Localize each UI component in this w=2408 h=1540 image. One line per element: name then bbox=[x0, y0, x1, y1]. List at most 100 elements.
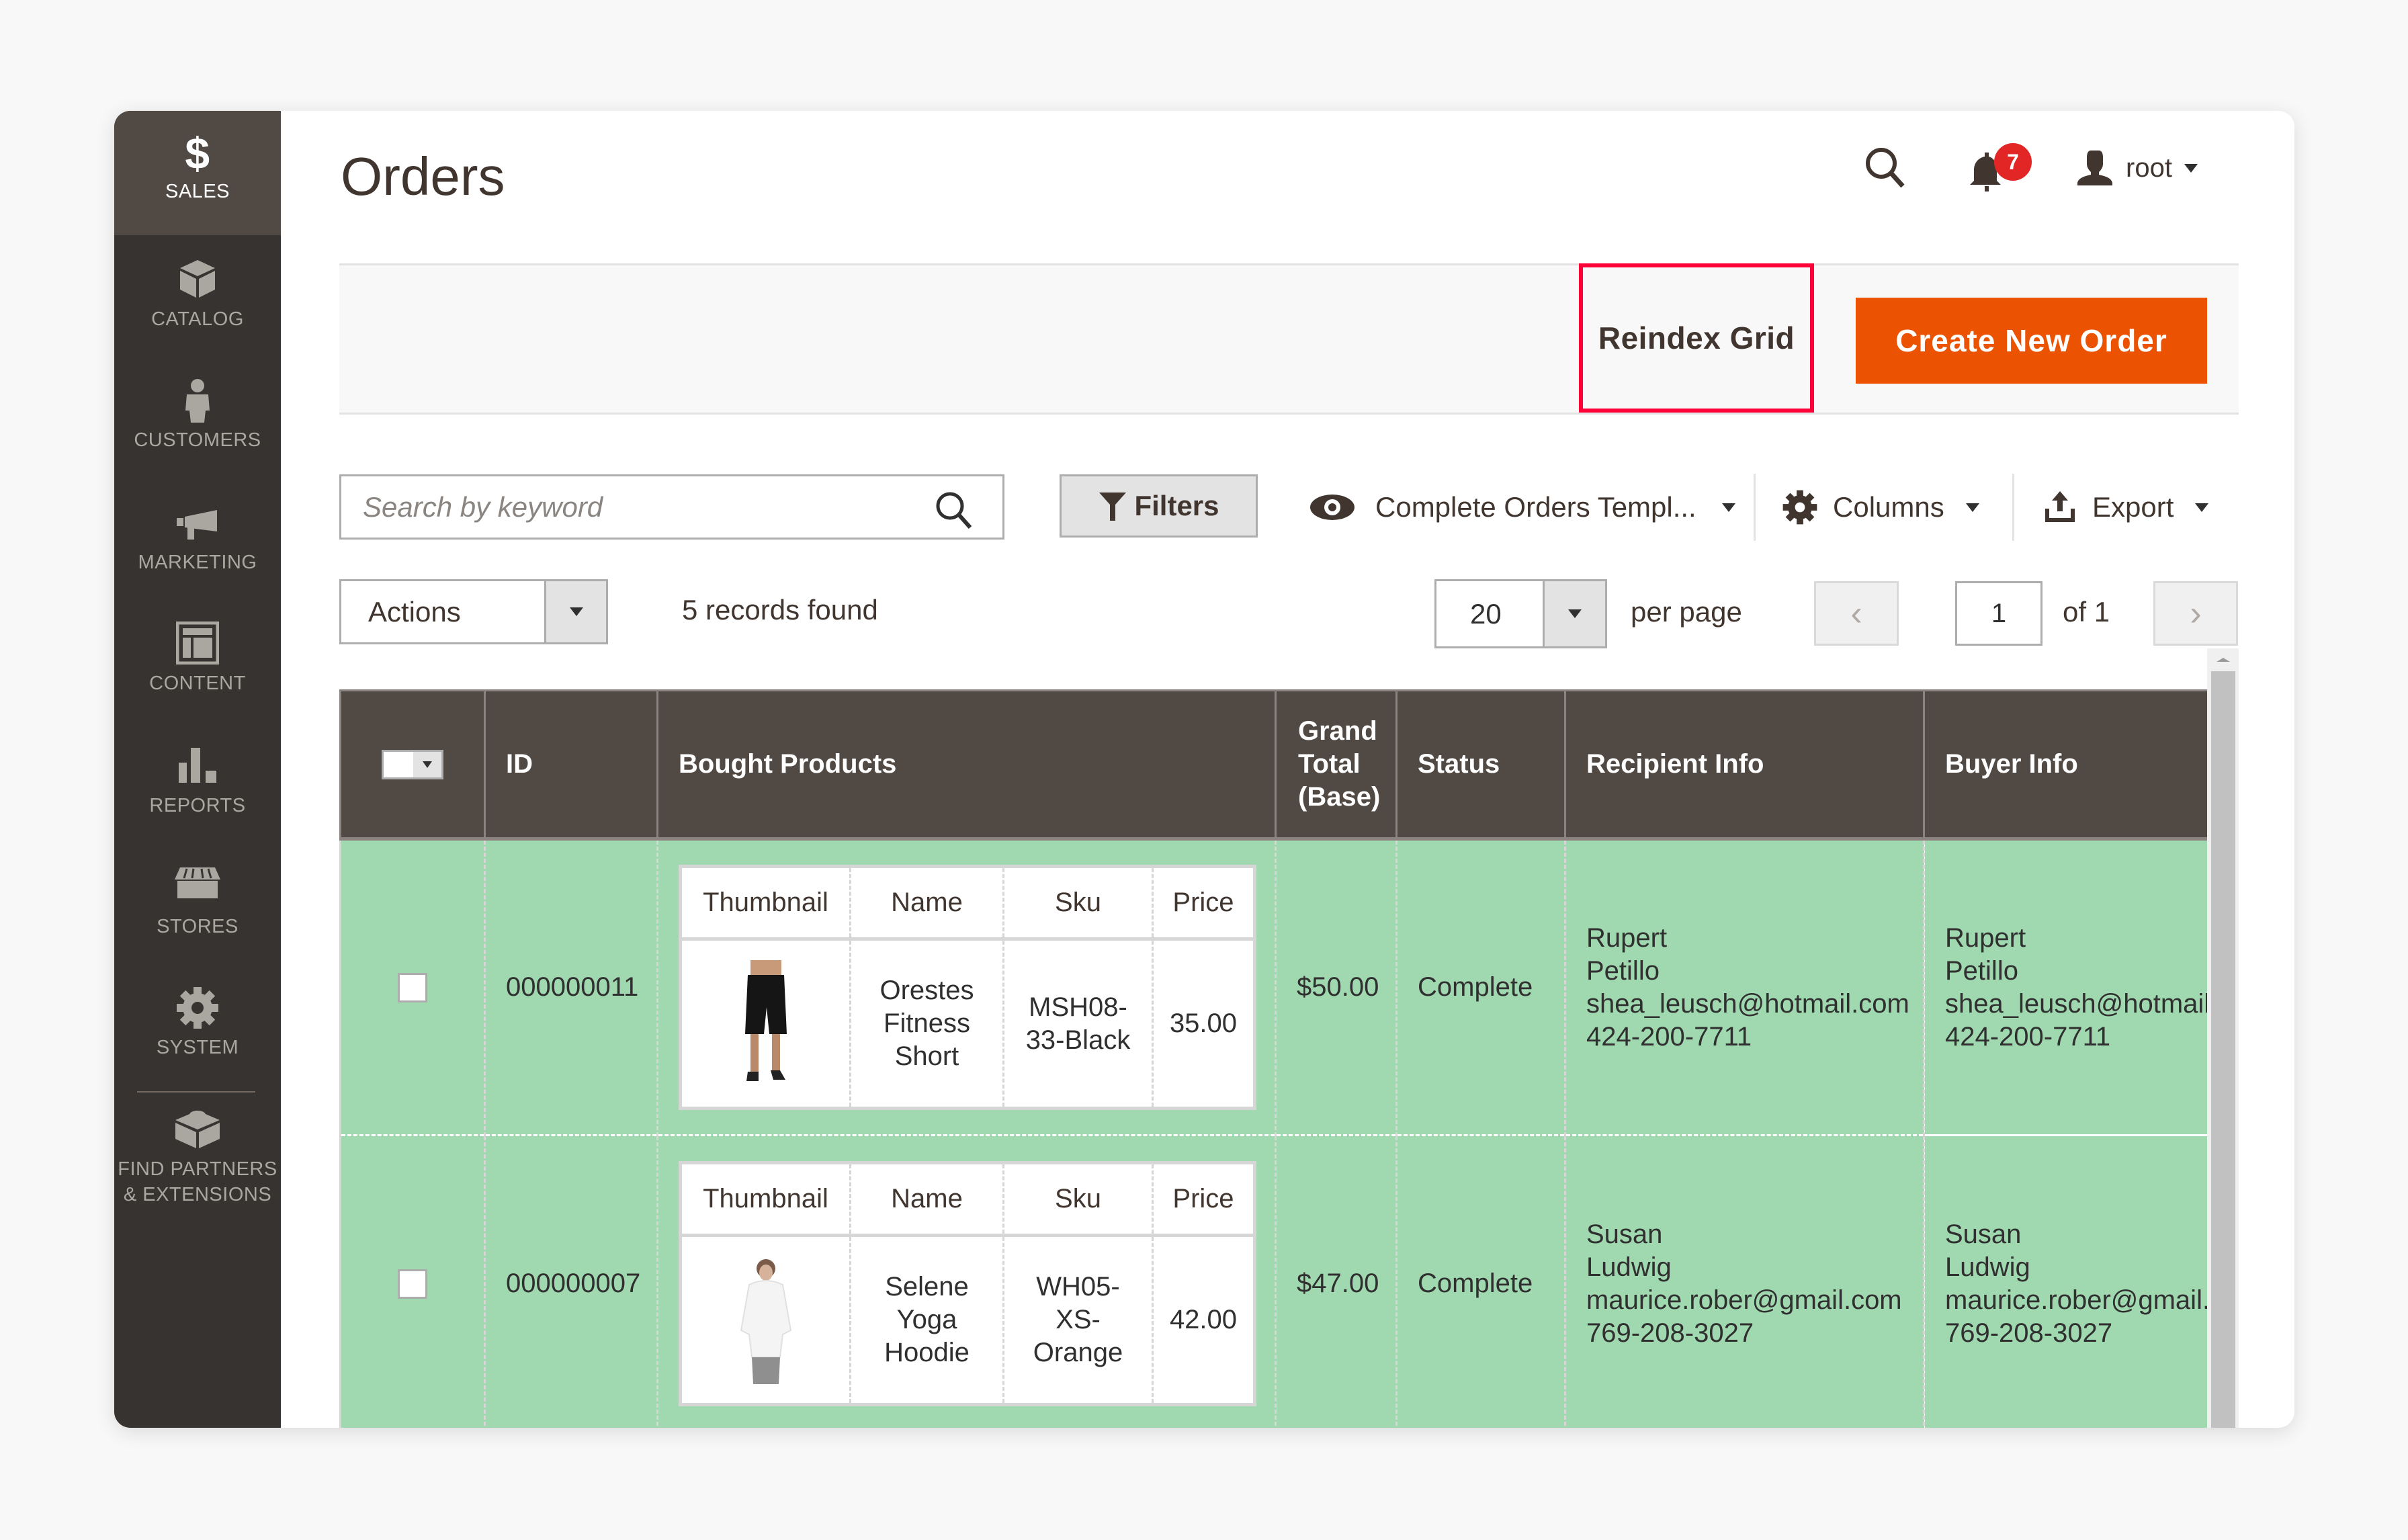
sidebar-item-label: SYSTEM bbox=[156, 1037, 239, 1058]
recipient-info: Susan Ludwig maurice.rober@gmail.com 769… bbox=[1564, 1134, 1924, 1428]
row-checkbox[interactable] bbox=[398, 972, 427, 1002]
sidebar-item-system[interactable]: SYSTEM bbox=[114, 986, 281, 1059]
column-header-recipient-info[interactable]: Recipient Info bbox=[1564, 689, 1924, 841]
sidebar-item-stores[interactable]: STORES bbox=[114, 865, 281, 938]
chevron-down-icon bbox=[2184, 163, 2198, 173]
mass-select-header bbox=[339, 689, 485, 841]
sidebar-item-label: MARKETING bbox=[138, 552, 257, 573]
chevron-down-icon bbox=[2195, 503, 2209, 512]
sidebar-item-customers[interactable]: CUSTOMERS bbox=[114, 378, 281, 452]
product-header-sku: Sku bbox=[1002, 866, 1153, 941]
product-price: 35.00 bbox=[1152, 939, 1255, 1109]
column-header-grand-total[interactable]: Grand Total (Base) bbox=[1275, 689, 1397, 841]
grid-header-row: ID Bought Products Grand Total (Base) St… bbox=[339, 689, 2208, 841]
sidebar-item-sales[interactable]: $ SALES bbox=[114, 111, 281, 235]
page-title: Orders bbox=[341, 146, 505, 206]
scroll-up-icon[interactable] bbox=[2217, 658, 2230, 662]
sidebar-item-label: REPORTS bbox=[149, 795, 246, 816]
mass-select-dropdown[interactable] bbox=[382, 749, 443, 779]
column-header-id[interactable]: ID bbox=[484, 689, 658, 841]
order-status: Complete bbox=[1395, 839, 1565, 1136]
create-new-order-button[interactable]: Create New Order bbox=[1856, 298, 2207, 384]
notifications-button[interactable]: 7 bbox=[1969, 143, 2042, 191]
sidebar-item-reports[interactable]: REPORTS bbox=[114, 744, 281, 817]
product-name: Selene Yoga Hoodie bbox=[849, 1234, 1004, 1405]
product-name: Orestes Fitness Short bbox=[849, 939, 1004, 1109]
user-menu[interactable]: root bbox=[2076, 144, 2198, 191]
table-row[interactable]: 000000011 Thumbnail Name Sku Price Orest… bbox=[339, 839, 2208, 1136]
reindex-grid-button[interactable]: Reindex Grid bbox=[1579, 263, 1814, 413]
per-page-value: 20 bbox=[1470, 598, 1502, 630]
sidebar-item-marketing[interactable]: MARKETING bbox=[114, 501, 281, 574]
orders-grid: ID Bought Products Grand Total (Base) St… bbox=[339, 689, 2208, 1428]
gear-icon bbox=[114, 986, 281, 1033]
column-header-bought-products[interactable]: Bought Products bbox=[656, 689, 1276, 841]
chevron-down-icon bbox=[544, 581, 606, 642]
sidebar-divider bbox=[137, 1091, 255, 1093]
sidebar-item-catalog[interactable]: CATALOG bbox=[114, 257, 281, 331]
per-page-select[interactable]: 20 bbox=[1434, 579, 1607, 648]
records-found-count: 5 records found bbox=[682, 594, 878, 626]
sidebar-item-label: SALES bbox=[165, 181, 230, 202]
current-page-input[interactable] bbox=[1955, 581, 2042, 646]
recipient-info: Rupert Petillo shea_leusch@hotmail.com 4… bbox=[1564, 839, 1924, 1136]
search-submit-button[interactable] bbox=[933, 488, 976, 531]
sidebar-item-find-partners[interactable]: FIND PARTNERS & EXTENSIONS bbox=[114, 1105, 281, 1207]
toolbar-divider bbox=[1754, 474, 1756, 541]
page-actions-bar: Reindex Grid Create New Order bbox=[339, 263, 2239, 415]
user-icon bbox=[2077, 151, 2112, 185]
filters-button[interactable]: Filters bbox=[1060, 474, 1258, 538]
user-name: root bbox=[2126, 153, 2172, 183]
product-header-name: Name bbox=[849, 1162, 1004, 1238]
sidebar-item-label: FIND PARTNERS & EXTENSIONS bbox=[118, 1158, 277, 1205]
search-icon bbox=[936, 492, 972, 529]
column-header-buyer-info[interactable]: Buyer Info bbox=[1923, 689, 2208, 841]
product-row: Orestes Fitness Short MSH08- 33-Black 35… bbox=[680, 939, 1255, 1109]
per-page-label: per page bbox=[1631, 596, 1742, 628]
next-page-button[interactable]: › bbox=[2153, 581, 2238, 646]
sidebar-item-label: STORES bbox=[157, 916, 239, 937]
export-upload-icon bbox=[2045, 491, 2075, 522]
mass-actions-select[interactable]: Actions bbox=[339, 579, 608, 644]
export-dropdown[interactable]: Export bbox=[2042, 477, 2209, 538]
product-sku: WH05- XS- Orange bbox=[1002, 1234, 1153, 1405]
table-row[interactable]: 000000007 Thumbnail Name Sku Price Selen… bbox=[339, 1134, 2208, 1428]
sidebar-item-label: CONTENT bbox=[149, 673, 246, 694]
product-sku: MSH08- 33-Black bbox=[1002, 939, 1153, 1109]
grid-view-dropdown[interactable]: Complete Orders Templ... bbox=[1308, 477, 1735, 538]
search-input[interactable] bbox=[341, 476, 919, 538]
export-label: Export bbox=[2092, 491, 2174, 523]
columns-dropdown[interactable]: Columns bbox=[1782, 477, 1979, 538]
chevron-right-icon: › bbox=[2190, 594, 2202, 633]
filters-label: Filters bbox=[1134, 490, 1219, 521]
sidebar-item-content[interactable]: CONTENT bbox=[114, 621, 281, 695]
keyword-search bbox=[339, 474, 1004, 540]
filter-funnel-icon bbox=[1099, 493, 1127, 521]
grid-vertical-scrollbar[interactable] bbox=[2207, 648, 2239, 1428]
product-price: 42.00 bbox=[1152, 1234, 1255, 1405]
products-subtable: Thumbnail Name Sku Price bbox=[679, 1161, 1256, 1407]
sidebar-item-label: CATALOG bbox=[151, 308, 244, 330]
chevron-down-icon bbox=[1965, 503, 1979, 512]
scrollbar-thumb[interactable] bbox=[2211, 671, 2235, 1428]
order-status: Complete bbox=[1395, 1134, 1565, 1428]
previous-page-button[interactable]: ‹ bbox=[1814, 581, 1899, 646]
storefront-icon bbox=[114, 865, 281, 912]
buyer-info: Rupert Petillo shea_leusch@hotmail.com 4… bbox=[1923, 839, 2208, 1136]
chevron-left-icon: ‹ bbox=[1850, 594, 1862, 633]
product-header-sku: Sku bbox=[1002, 1162, 1153, 1238]
notifications-badge: 7 bbox=[1994, 143, 2032, 181]
admin-sidebar: $ SALES CATALOG CUSTOMERS MARKETING CONT… bbox=[114, 111, 281, 1428]
grand-total: $50.00 bbox=[1275, 839, 1397, 1136]
lego-brick-icon bbox=[114, 1105, 281, 1152]
row-checkbox[interactable] bbox=[398, 1269, 427, 1299]
global-search-button[interactable] bbox=[1862, 144, 1909, 191]
product-header-thumbnail: Thumbnail bbox=[680, 866, 851, 941]
column-header-status[interactable]: Status bbox=[1395, 689, 1565, 841]
product-header-thumbnail: Thumbnail bbox=[680, 1162, 851, 1238]
layout-icon bbox=[114, 621, 281, 669]
gear-icon bbox=[1782, 490, 1817, 525]
product-header-name: Name bbox=[849, 866, 1004, 941]
bought-products-cell: Thumbnail Name Sku Price bbox=[656, 1134, 1276, 1428]
eye-icon bbox=[1310, 495, 1354, 520]
